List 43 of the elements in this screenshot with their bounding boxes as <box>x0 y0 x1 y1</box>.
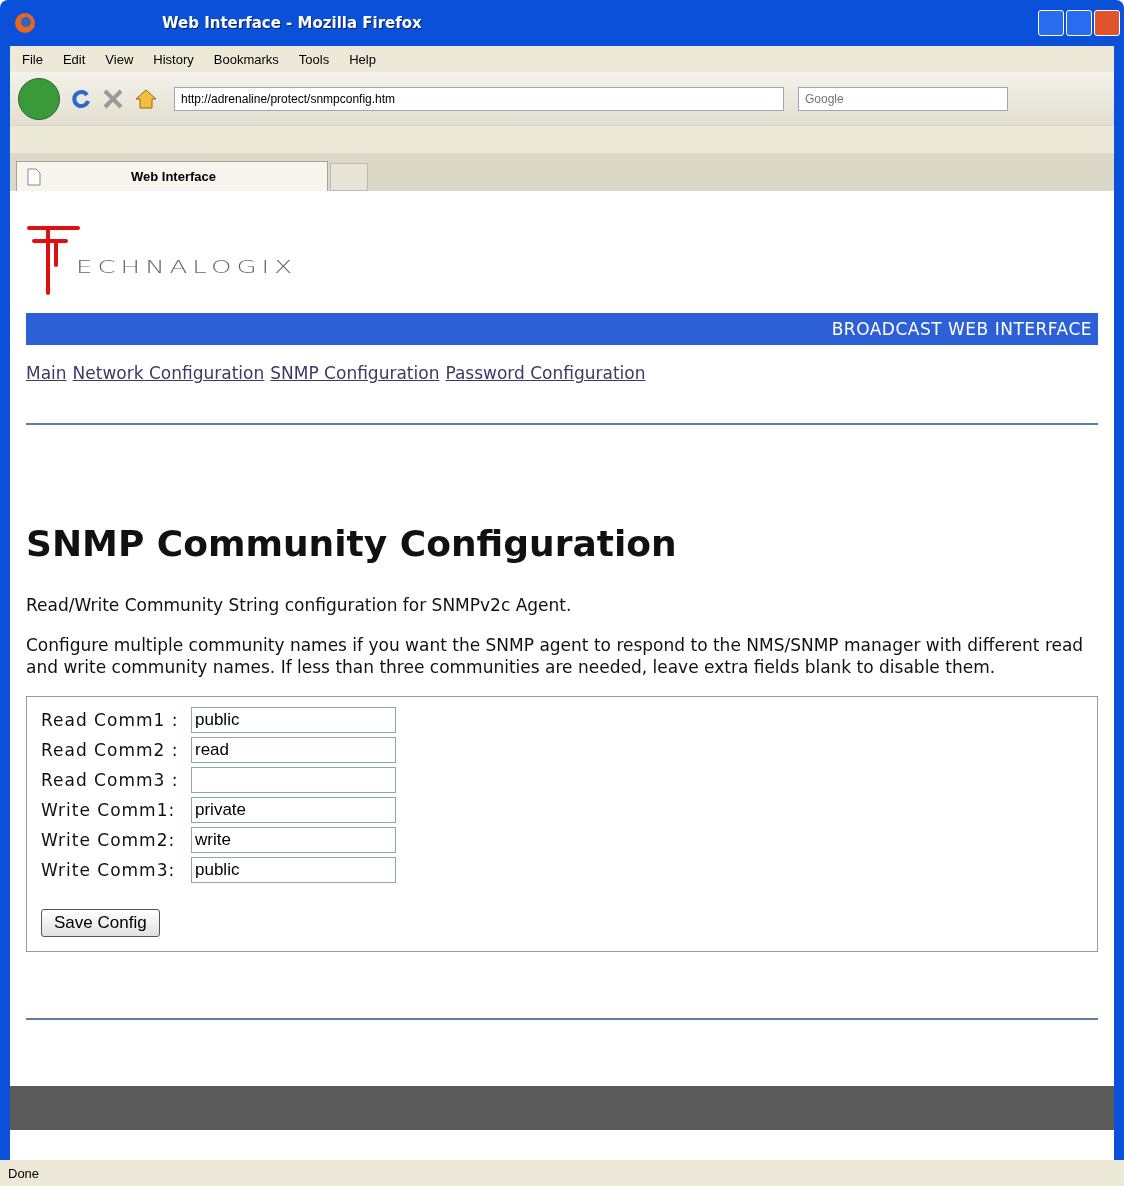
logo-text: ECHNALOGIX <box>76 256 298 277</box>
menu-item[interactable]: View <box>105 51 134 67</box>
nav-link[interactable]: Password Configuration <box>445 363 646 383</box>
nav-link[interactable]: Network Configuration <box>72 363 265 383</box>
input-field[interactable]: private <box>191 797 396 823</box>
nav-link[interactable]: Main <box>26 363 67 383</box>
input-field[interactable]: public <box>191 707 396 733</box>
field-label: Read Comm2 : <box>41 740 180 760</box>
field-label: Read Comm1 : <box>41 710 180 730</box>
intro-text: Read/Write Community String configuration for SNMPv2c Agent. <box>26 594 573 616</box>
nav-link[interactable]: SNMP Configuration <box>270 363 440 383</box>
field-label: Write Comm3: <box>41 860 177 880</box>
field-label: Read Comm3 : <box>41 770 180 790</box>
stop-icon[interactable] <box>102 87 124 110</box>
minimize-button[interactable] <box>1038 10 1064 36</box>
close-button[interactable] <box>1094 10 1120 36</box>
firefox-icon <box>14 12 36 34</box>
menu-item[interactable]: Edit <box>62 51 86 67</box>
home-icon[interactable] <box>134 87 158 110</box>
address-field[interactable]: http://adrenaline/protect/snmpconfig.htm <box>174 86 784 111</box>
menu-item[interactable]: Bookmarks <box>213 51 279 67</box>
page-icon <box>27 167 41 186</box>
banner: BROADCAST WEB INTERFACE <box>26 313 1098 345</box>
window-title: Web Interface - Mozilla Firefox <box>161 14 423 32</box>
field-label: Write Comm2: <box>41 830 177 850</box>
maximize-button[interactable] <box>1066 10 1092 36</box>
reload-icon[interactable] <box>70 87 92 110</box>
browser-tab[interactable]: Web Interface <box>16 161 328 191</box>
back-button[interactable] <box>18 77 60 120</box>
page-heading: SNMP Community Configuration <box>26 523 678 564</box>
menu-item[interactable]: File <box>22 51 43 67</box>
input-field[interactable] <box>191 767 396 793</box>
input-field[interactable]: public <box>191 857 396 883</box>
menu-item[interactable]: Tools <box>298 51 330 67</box>
input-field[interactable]: read <box>191 737 396 763</box>
description-text: Configure multiple community names if you want the SNMP agent to respond to the NMS/SNMP manager with different read and write community names. If less than three communities are needed, leave extra fields blank to disable them. <box>26 634 1085 678</box>
save-button[interactable]: Save Config <box>41 909 160 937</box>
status-text: Done <box>0 1160 1124 1186</box>
input-field[interactable]: write <box>191 827 396 853</box>
search-field[interactable]: Google <box>798 86 1008 111</box>
menu-item[interactable]: Help <box>349 51 376 67</box>
field-label: Write Comm1: <box>41 800 177 820</box>
menu-item[interactable]: History <box>153 51 194 67</box>
